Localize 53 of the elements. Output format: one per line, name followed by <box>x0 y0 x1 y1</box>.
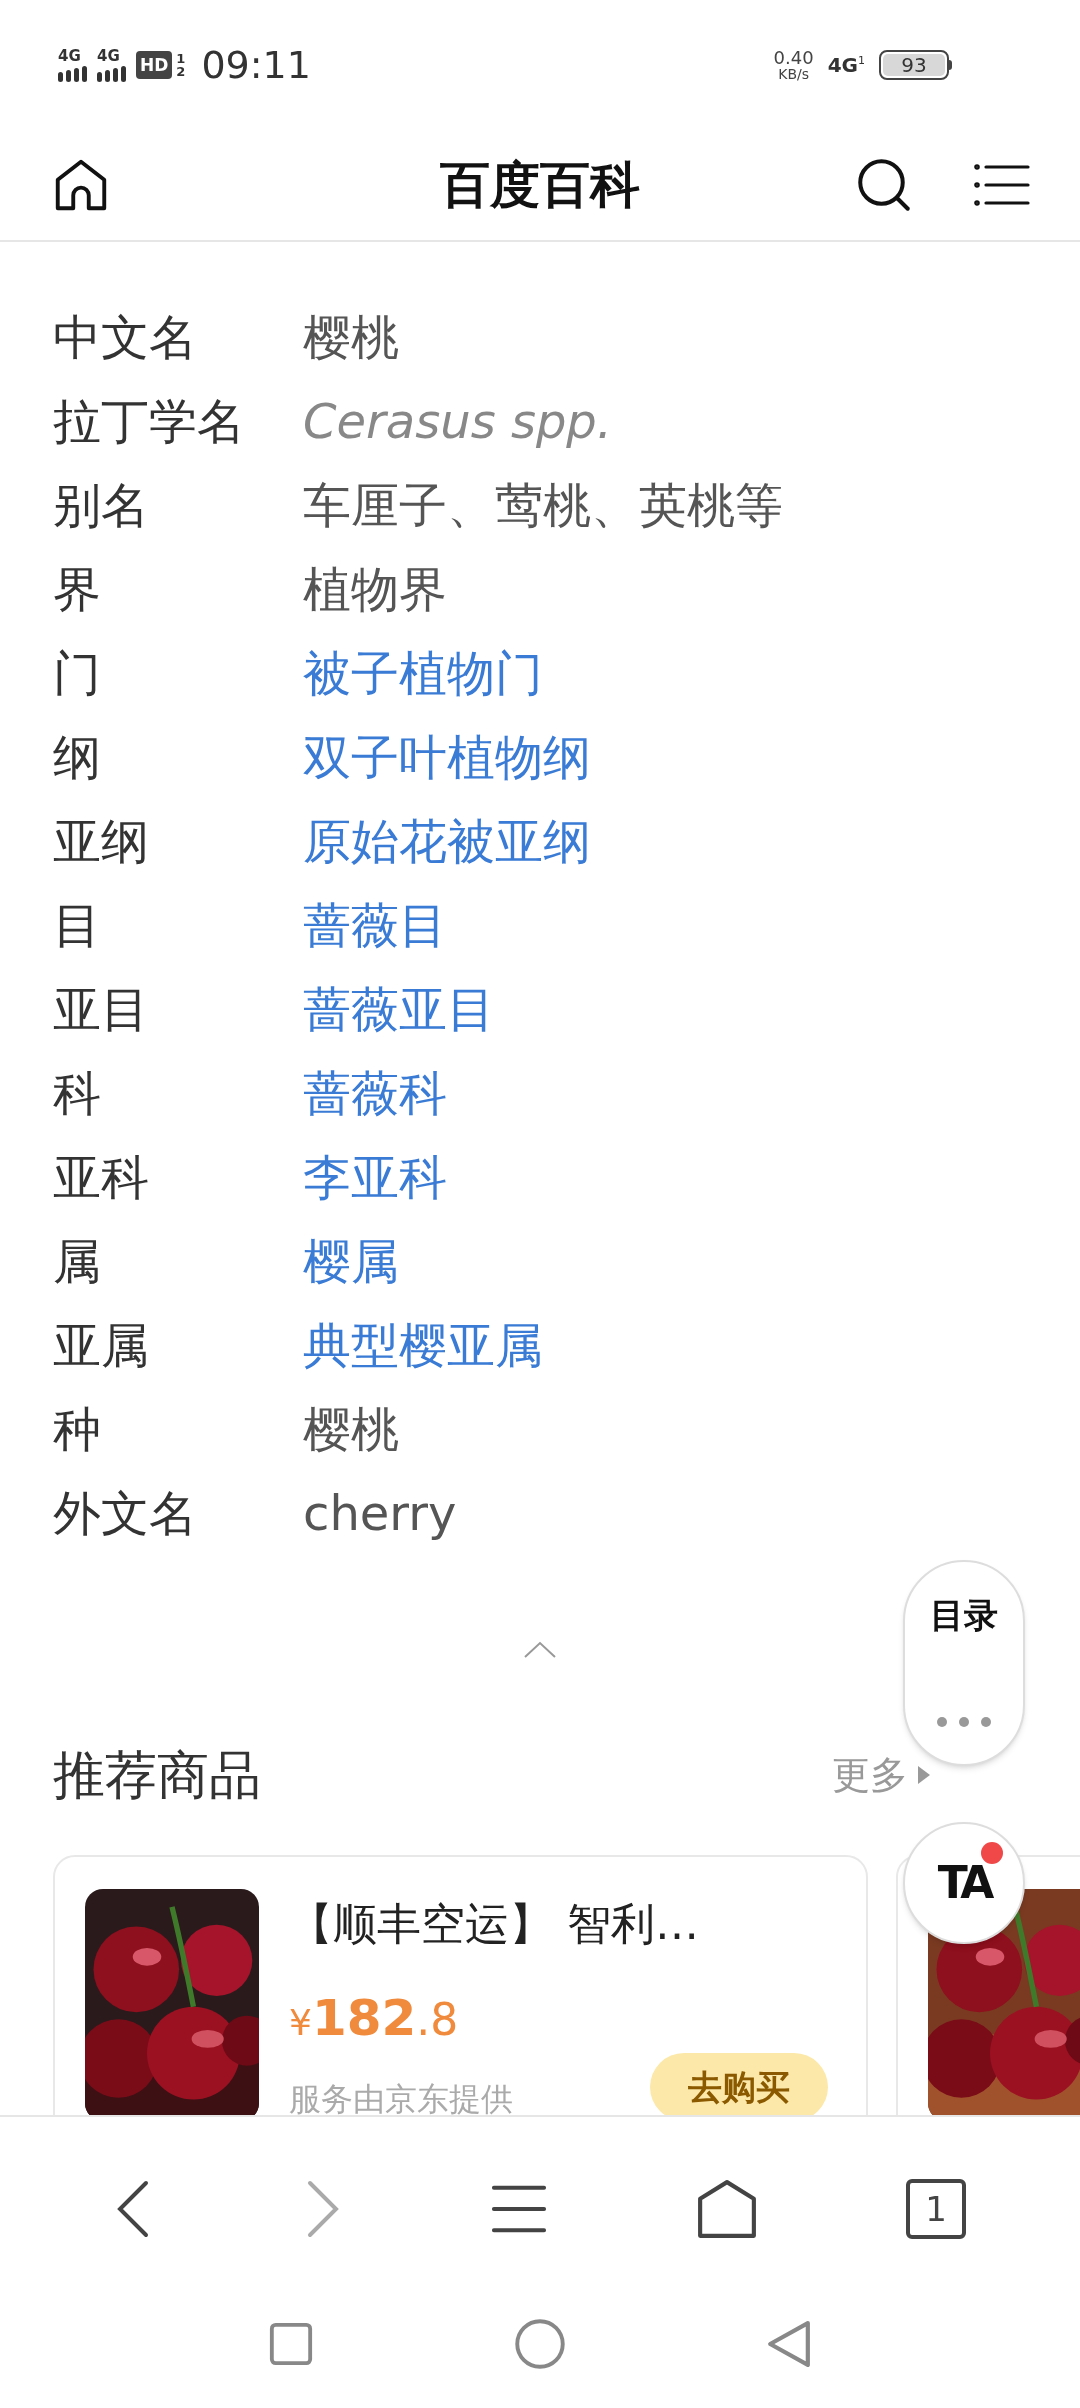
buy-button[interactable]: 去购买 <box>650 2053 828 2115</box>
network-speed: 0.40 <box>773 49 814 67</box>
info-label: 门 <box>53 644 102 703</box>
tabs-button[interactable]: 1 <box>906 2178 966 2239</box>
info-label: 中文名 <box>53 308 198 367</box>
info-link[interactable]: 蔷薇目 <box>303 889 447 961</box>
info-label: 亚属 <box>53 1316 150 1375</box>
back-nav-icon[interactable] <box>766 2318 812 2370</box>
info-link[interactable]: 双子叶植物纲 <box>303 721 591 793</box>
info-label: 拉丁学名 <box>53 392 246 451</box>
speed-unit: KB/s <box>778 67 809 81</box>
recents-icon[interactable] <box>268 2321 314 2367</box>
sim-slot: 2 <box>176 65 186 78</box>
hd-badge: HD <box>136 51 173 79</box>
ta-button[interactable]: TA <box>903 1822 1025 1944</box>
page-title: 百度百科 <box>440 154 640 216</box>
info-label: 别名 <box>53 476 150 535</box>
info-link[interactable]: 李亚科 <box>303 1141 447 1213</box>
info-value: 车厘子、莺桃、英桃等 <box>303 476 783 535</box>
info-label: 目 <box>53 896 102 955</box>
info-link[interactable]: 典型樱亚属 <box>303 1309 543 1381</box>
section-title: 推荐商品 <box>53 1744 261 1807</box>
info-link[interactable]: 樱属 <box>303 1225 399 1297</box>
info-value: cherry <box>303 1484 457 1543</box>
info-value: 樱桃 <box>303 1400 399 1459</box>
more-icon[interactable] <box>934 1716 994 1728</box>
battery-icon: 93 <box>879 50 952 80</box>
product-name: 【顺丰空运】 智利… <box>289 1897 700 1951</box>
info-link[interactable]: 蔷薇亚目 <box>303 973 495 1045</box>
menu-icon[interactable] <box>974 161 1030 209</box>
info-value: Cerasus spp. <box>303 392 613 451</box>
sim-slot: 1 <box>176 52 186 65</box>
info-label: 种 <box>53 1400 102 1459</box>
info-value: 植物界 <box>303 560 447 619</box>
info-link[interactable]: 被子植物门 <box>303 637 543 709</box>
info-label: 科 <box>53 1064 102 1123</box>
info-label: 亚目 <box>53 980 150 1039</box>
collapse-icon[interactable] <box>523 1640 557 1660</box>
info-label: 外文名 <box>53 1484 198 1543</box>
info-label: 纲 <box>53 728 102 787</box>
clock: 09:11 <box>201 41 311 89</box>
info-label: 亚科 <box>53 1148 150 1207</box>
provider-note: 服务由京东提供 <box>289 2079 513 2115</box>
home-icon[interactable] <box>696 2177 758 2240</box>
product-price: ¥182.8 <box>289 1993 460 2043</box>
info-link[interactable]: 原始花被亚纲 <box>303 805 591 877</box>
info-value: 樱桃 <box>303 308 399 367</box>
info-label: 界 <box>53 560 102 619</box>
info-label: 亚纲 <box>53 812 150 871</box>
info-link[interactable]: 蔷薇科 <box>303 1057 447 1129</box>
info-label: 属 <box>53 1232 102 1291</box>
toc-button[interactable]: 目录 <box>903 1560 1025 1766</box>
home-nav-icon[interactable] <box>514 2318 566 2370</box>
